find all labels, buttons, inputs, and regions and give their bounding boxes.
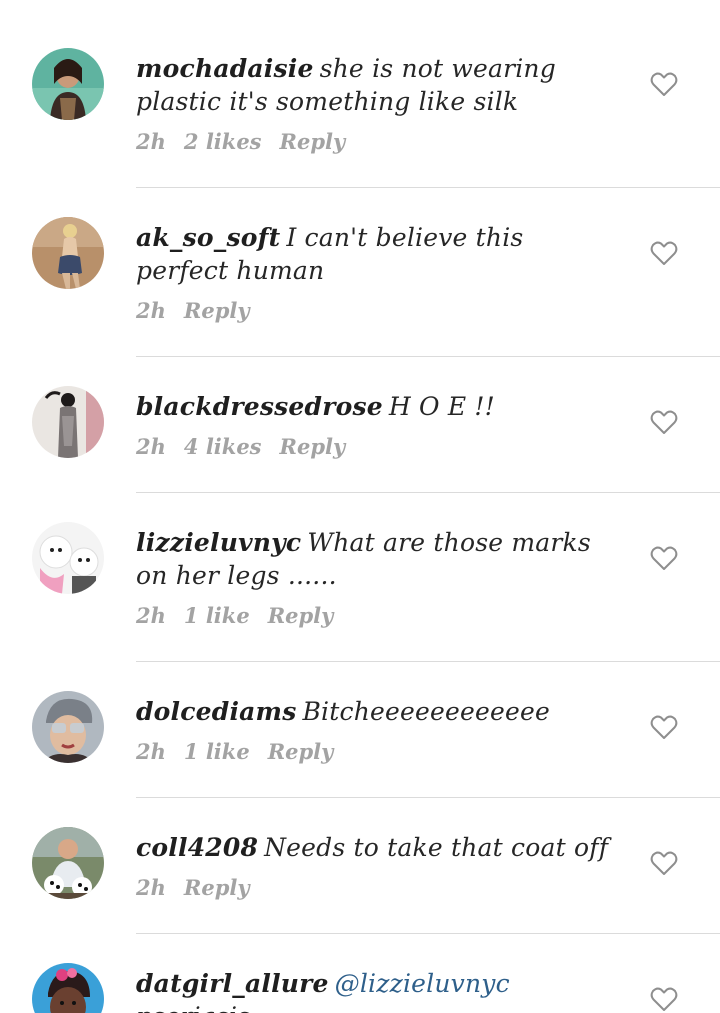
like-button[interactable]: [650, 850, 678, 876]
comment-body: H O E !!: [388, 392, 495, 421]
reply-button[interactable]: Reply: [280, 129, 346, 154]
comment-time: 2h: [136, 434, 166, 459]
reply-button[interactable]: Reply: [184, 875, 250, 900]
like-button[interactable]: [650, 240, 678, 266]
reply-button[interactable]: Reply: [184, 298, 250, 323]
heart-icon: [650, 715, 678, 739]
avatar[interactable]: [32, 522, 104, 594]
reply-button[interactable]: Reply: [268, 739, 334, 764]
user-avatar-icon: [32, 963, 104, 1013]
comment-text: lizzieluvnyc What are those marks on her …: [136, 526, 616, 592]
comment-username[interactable]: lizzieluvnyc: [136, 528, 301, 557]
comment-body: Bitcheeeeeeeeeeee: [302, 697, 550, 726]
comment-username[interactable]: datgirl_allure: [136, 969, 329, 998]
user-avatar-icon: [32, 827, 104, 899]
comments-list: mochadaisie she is not wearing plastic it…: [0, 0, 720, 1013]
comment-username[interactable]: blackdressedrose: [136, 392, 383, 421]
comment-likes[interactable]: 2 likes: [184, 129, 262, 154]
comment-time: 2h: [136, 875, 166, 900]
heart-icon: [650, 546, 678, 570]
comment-meta: 2h 1 like Reply: [136, 738, 616, 766]
heart-icon: [650, 241, 678, 265]
like-button[interactable]: [650, 409, 678, 435]
avatar[interactable]: [32, 386, 104, 458]
like-button[interactable]: [650, 545, 678, 571]
user-avatar-icon: [32, 48, 104, 120]
heart-icon: [650, 987, 678, 1011]
comment-time: 2h: [136, 739, 166, 764]
divider: [136, 187, 720, 188]
heart-icon: [650, 72, 678, 96]
comment-username[interactable]: mochadaisie: [136, 54, 314, 83]
like-button[interactable]: [650, 71, 678, 97]
avatar[interactable]: [32, 691, 104, 763]
comment-text: ak_so_soft I can't believe this perfect h…: [136, 221, 616, 287]
comment-meta: 2h 2 likes Reply: [136, 128, 616, 156]
avatar[interactable]: [32, 827, 104, 899]
comment-username[interactable]: coll4208: [136, 833, 258, 862]
like-button[interactable]: [650, 714, 678, 740]
divider: [136, 797, 720, 798]
reply-button[interactable]: Reply: [268, 603, 334, 628]
comment-time: 2h: [136, 129, 166, 154]
comment-mention[interactable]: @lizzieluvnyc: [335, 969, 510, 998]
comment-text: datgirl_allure@lizzieluvnyc psoriasis: [136, 967, 616, 1013]
comment-username[interactable]: ak_so_soft: [136, 223, 280, 252]
divider: [136, 492, 720, 493]
comment-likes[interactable]: 1 like: [184, 739, 250, 764]
heart-icon: [650, 851, 678, 875]
user-avatar-icon: [32, 522, 104, 594]
heart-icon: [650, 410, 678, 434]
reply-button[interactable]: Reply: [280, 434, 346, 459]
user-avatar-icon: [32, 691, 104, 763]
comment-text: coll4208 Needs to take that coat off: [136, 831, 616, 864]
comment-body: Needs to take that coat off: [264, 833, 609, 862]
comment-meta: 2h 4 likes Reply: [136, 433, 616, 461]
comment-text: dolcediams Bitcheeeeeeeeeeee: [136, 695, 616, 728]
comment-time: 2h: [136, 603, 166, 628]
comment-username[interactable]: dolcediams: [136, 697, 296, 726]
avatar[interactable]: [32, 217, 104, 289]
comment-time: 2h: [136, 298, 166, 323]
comment-meta: 2h Reply: [136, 874, 616, 902]
comment-meta: 2h 1 like Reply: [136, 602, 616, 630]
avatar[interactable]: [32, 48, 104, 120]
comment-likes[interactable]: 4 likes: [184, 434, 262, 459]
divider: [136, 661, 720, 662]
divider: [136, 933, 720, 934]
like-button[interactable]: [650, 986, 678, 1012]
comment-likes[interactable]: 1 like: [184, 603, 250, 628]
comment-meta: 2h Reply: [136, 297, 616, 325]
comment-text: blackdressedrose H O E !!: [136, 390, 616, 423]
user-avatar-icon: [32, 217, 104, 289]
avatar[interactable]: [32, 963, 104, 1013]
comment-text: mochadaisie she is not wearing plastic it…: [136, 52, 616, 118]
divider: [136, 356, 720, 357]
comment-body: psoriasis: [136, 1002, 250, 1013]
user-avatar-icon: [32, 386, 104, 458]
